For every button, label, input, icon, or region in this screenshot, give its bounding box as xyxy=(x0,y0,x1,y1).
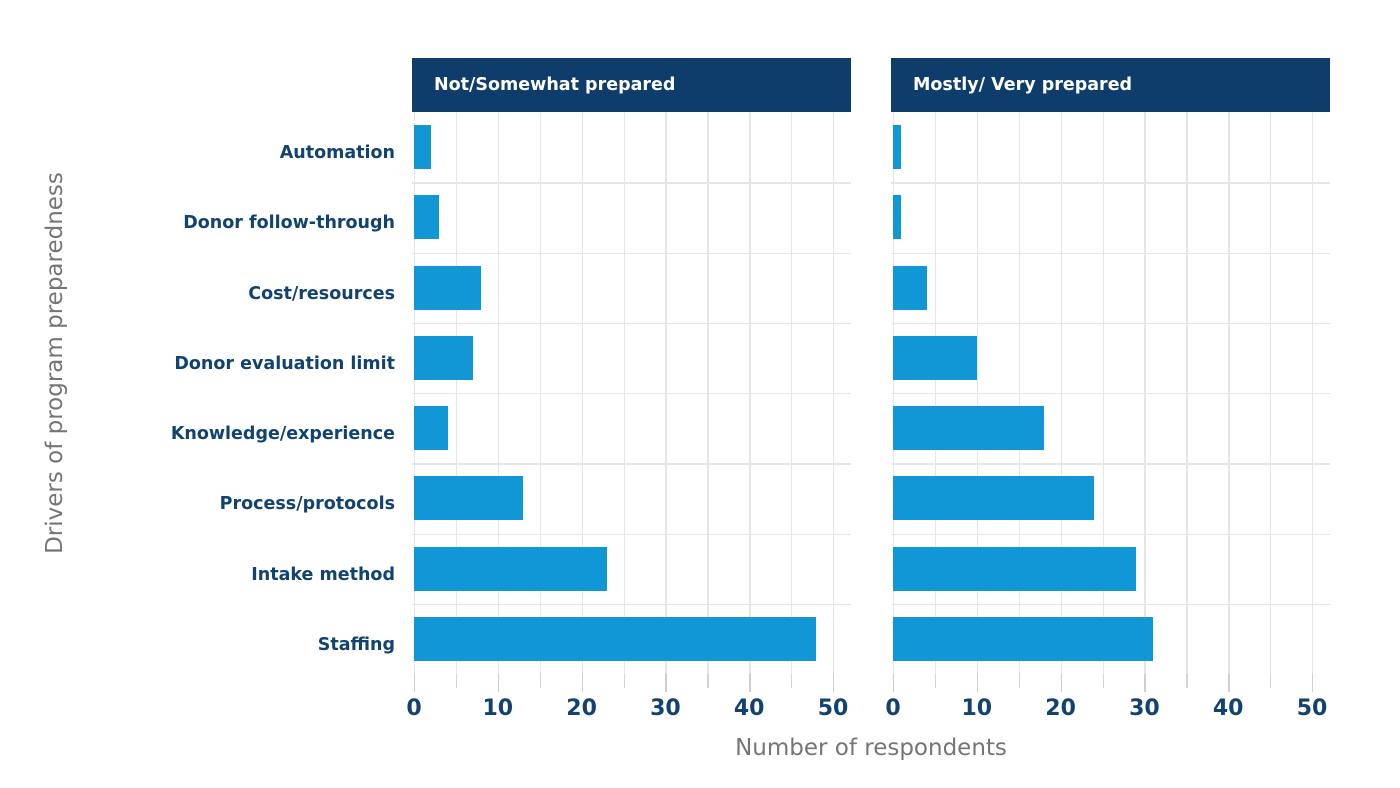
x-tick-label: 20 xyxy=(1045,696,1076,721)
x-tick-major xyxy=(1060,674,1062,692)
bar-intake-method xyxy=(893,546,1137,591)
bar-donor-follow-through xyxy=(893,195,902,240)
x-tick-major xyxy=(1228,674,1230,692)
x-tick-minor xyxy=(539,674,542,688)
x-tick-label: 10 xyxy=(482,696,514,721)
bar-cost-resources xyxy=(893,265,927,310)
x-tick-label: 20 xyxy=(566,696,597,721)
bar-automation xyxy=(414,125,431,170)
x-tick-label: 40 xyxy=(1212,696,1244,721)
category-label-automation: Automation xyxy=(279,143,395,164)
plot-area-left xyxy=(412,112,851,674)
panel-header-label: Not/Somewhat prepared xyxy=(434,75,676,95)
category-label-donor-follow-through: Donor follow-through xyxy=(183,213,395,234)
bars-right xyxy=(891,112,1330,674)
bar-automation xyxy=(893,125,902,170)
x-tick-label: 50 xyxy=(1296,696,1328,721)
bar-knowledge-experience xyxy=(414,406,448,451)
bar-intake-method xyxy=(414,546,607,591)
y-axis-title: Drivers of program preparedness xyxy=(42,172,68,554)
x-tick-label: 0 xyxy=(406,696,422,721)
x-tick-minor xyxy=(1270,674,1272,688)
plot-area-right xyxy=(891,112,1330,674)
x-tick-major xyxy=(665,674,667,692)
x-tick-label: 30 xyxy=(1129,696,1160,721)
x-tick-minor xyxy=(791,674,793,688)
x-axis-title: Number of respondents xyxy=(735,735,1007,761)
x-tick-label: 10 xyxy=(961,696,993,721)
bar-cost-resources xyxy=(414,265,482,310)
x-tick-minor xyxy=(1186,674,1188,688)
x-tick-minor xyxy=(934,674,937,688)
x-ticks-right xyxy=(891,674,1330,692)
bar-chart-figure: Drivers of program preparedness Automati… xyxy=(0,0,1400,788)
x-tick-minor xyxy=(623,674,625,688)
bar-donor-follow-through xyxy=(414,195,440,240)
x-tick-major xyxy=(893,674,895,692)
x-tick-major xyxy=(497,674,500,692)
bar-process-protocols xyxy=(893,476,1095,521)
x-tick-major xyxy=(1144,674,1146,692)
bar-donor-evaluation-limit xyxy=(893,335,977,380)
x-ticks-left xyxy=(412,674,851,692)
x-tick-labels-left: 0 10 20 30 40 50 xyxy=(406,696,851,730)
panel-header-label: Mostly/ Very prepared xyxy=(913,75,1133,95)
category-label-cost-resources: Cost/resources xyxy=(248,283,395,304)
bar-donor-evaluation-limit xyxy=(414,335,473,380)
category-label-donor-evaluation-limit: Donor evaluation limit xyxy=(174,353,395,374)
x-tick-label: 0 xyxy=(885,696,901,721)
category-label-process-protocols: Process/protocols xyxy=(219,494,395,515)
x-tick-major xyxy=(1312,674,1314,692)
x-tick-label: 50 xyxy=(817,696,849,721)
x-tick-label: 40 xyxy=(733,696,765,721)
x-tick-major xyxy=(414,674,416,692)
bar-staffing xyxy=(414,616,817,661)
x-tick-minor xyxy=(1018,674,1021,688)
x-tick-major xyxy=(749,674,751,692)
x-tick-minor xyxy=(1102,674,1104,688)
x-tick-minor xyxy=(455,674,458,688)
panel-header-not-somewhat-prepared: Not/Somewhat prepared xyxy=(412,58,851,112)
x-tick-major xyxy=(833,674,835,692)
bar-knowledge-experience xyxy=(893,406,1044,451)
x-tick-minor xyxy=(707,674,709,688)
x-tick-label: 30 xyxy=(650,696,681,721)
x-tick-labels-right: 0 10 20 30 40 50 xyxy=(885,696,1330,730)
category-label-intake-method: Intake method xyxy=(251,564,395,585)
panel-header-mostly-very-prepared: Mostly/ Very prepared xyxy=(891,58,1330,112)
x-tick-major xyxy=(581,674,583,692)
category-label-staffing: Staffing xyxy=(317,634,395,655)
category-label-knowledge-experience: Knowledge/experience xyxy=(170,424,395,445)
bar-staffing xyxy=(893,616,1153,661)
category-axis-labels: Automation Donor follow-through Cost/resou… xyxy=(100,118,395,674)
bar-process-protocols xyxy=(414,476,523,521)
x-tick-major xyxy=(976,674,979,692)
bars-left xyxy=(412,112,851,674)
